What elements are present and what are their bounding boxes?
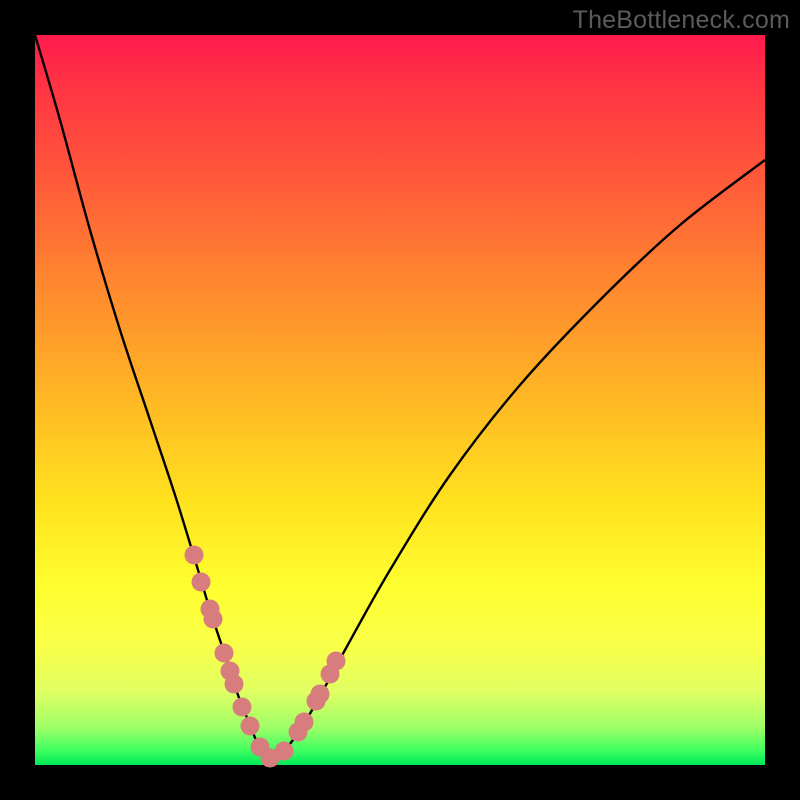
marker-dot (275, 742, 294, 761)
marker-dot (185, 546, 204, 565)
marker-dot (204, 610, 223, 629)
marker-dot (327, 652, 346, 671)
outer-frame: TheBottleneck.com (0, 0, 800, 800)
marker-dot (215, 644, 234, 663)
marker-dots (185, 546, 346, 768)
marker-dot (295, 713, 314, 732)
curve-layer (0, 0, 800, 800)
bottleneck-curve (35, 35, 765, 758)
marker-dot (192, 573, 211, 592)
marker-dot (225, 675, 244, 694)
marker-dot (311, 685, 330, 704)
marker-dot (241, 717, 260, 736)
marker-dot (233, 698, 252, 717)
